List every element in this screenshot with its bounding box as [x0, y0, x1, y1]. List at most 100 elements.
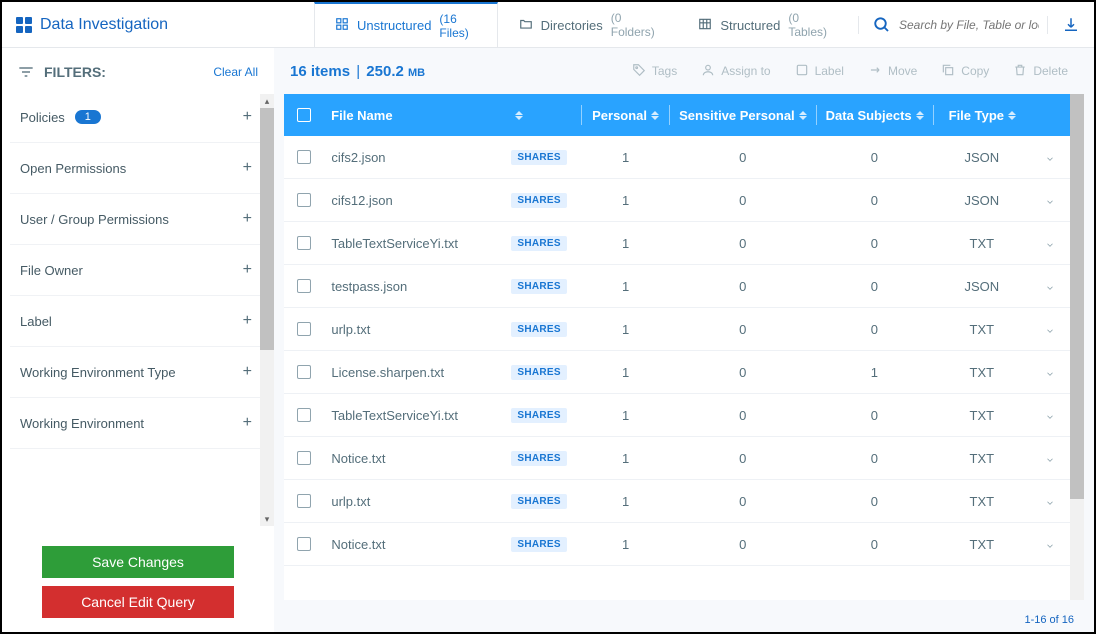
table-scrollbar-thumb[interactable]	[1070, 94, 1084, 499]
chevron-down-icon[interactable]	[1045, 324, 1055, 334]
table-scrollbar[interactable]	[1070, 94, 1084, 600]
column-subjects[interactable]: Data Subjects	[816, 108, 932, 123]
column-subjects-label: Data Subjects	[826, 108, 912, 123]
sidebar-scrollbar-thumb[interactable]	[260, 108, 274, 350]
select-all-checkbox[interactable]	[297, 108, 311, 122]
sort-icon[interactable]	[1008, 108, 1016, 122]
save-changes-button[interactable]: Save Changes	[42, 546, 234, 578]
row-checkbox[interactable]	[297, 365, 311, 379]
filter-item-working-environment-type[interactable]: Working Environment Type+	[10, 347, 262, 398]
shares-badge: SHARES	[511, 322, 566, 337]
row-checkbox[interactable]	[297, 451, 311, 465]
sort-icon[interactable]	[916, 108, 924, 122]
sort-icon[interactable]	[799, 108, 807, 122]
sidebar-scrollbar[interactable]: ▴ ▾	[260, 108, 274, 512]
plus-icon[interactable]: +	[243, 108, 252, 126]
filters-heading: FILTERS: Clear All	[2, 48, 274, 92]
plus-icon[interactable]: +	[243, 312, 252, 330]
download-icon[interactable]	[1062, 16, 1080, 34]
table-row[interactable]: TableTextServiceYi.txtSHARES100TXT	[284, 222, 1084, 265]
subjects-count: 0	[871, 494, 878, 509]
delete-button[interactable]: Delete	[1003, 57, 1078, 86]
sensitive-count: 0	[739, 494, 746, 509]
scroll-down-icon[interactable]: ▾	[260, 512, 274, 526]
copy-icon	[941, 63, 955, 80]
row-checkbox[interactable]	[297, 279, 311, 293]
filter-badge: 1	[75, 110, 101, 124]
shares-badge: SHARES	[511, 537, 566, 552]
column-personal[interactable]: Personal	[582, 108, 669, 123]
row-checkbox[interactable]	[297, 150, 311, 164]
chevron-down-icon[interactable]	[1045, 539, 1055, 549]
file-name: cifs12.json	[331, 193, 392, 208]
chevron-down-icon[interactable]	[1045, 152, 1055, 162]
cancel-edit-query-button[interactable]: Cancel Edit Query	[42, 586, 234, 618]
personal-count: 1	[622, 365, 629, 380]
clear-all-link[interactable]: Clear All	[213, 65, 258, 79]
row-checkbox[interactable]	[297, 236, 311, 250]
table-row[interactable]: TableTextServiceYi.txtSHARES100TXT	[284, 394, 1084, 437]
chevron-down-icon[interactable]	[1045, 281, 1055, 291]
assign-button[interactable]: Assign to	[691, 57, 780, 86]
copy-button[interactable]: Copy	[931, 57, 999, 86]
row-checkbox[interactable]	[297, 193, 311, 207]
file-type: TXT	[970, 494, 995, 509]
filter-label: Policies	[20, 110, 65, 125]
table-header-row: File Name Personal Sensitive Personal Da…	[284, 94, 1084, 136]
plus-icon[interactable]: +	[243, 159, 252, 177]
column-sensitive[interactable]: Sensitive Personal	[670, 108, 815, 123]
row-checkbox[interactable]	[297, 408, 311, 422]
column-personal-label: Personal	[592, 108, 647, 123]
chevron-down-icon[interactable]	[1045, 195, 1055, 205]
table-row[interactable]: cifs2.jsonSHARES100JSON	[284, 136, 1084, 179]
table-row[interactable]: Notice.txtSHARES100TXT	[284, 523, 1084, 566]
filter-item-label[interactable]: Label+	[10, 296, 262, 347]
plus-icon[interactable]: +	[243, 210, 252, 228]
scroll-up-icon[interactable]: ▴	[260, 94, 274, 108]
tab-unstructured[interactable]: Unstructured (16 Files)	[314, 2, 498, 47]
shares-badge: SHARES	[511, 365, 566, 380]
tab-structured[interactable]: Structured (0 Tables)	[677, 2, 850, 47]
tab-directories[interactable]: Directories (0 Folders)	[498, 2, 678, 47]
filter-item-file-owner[interactable]: File Owner+	[10, 245, 262, 296]
column-file-name[interactable]: File Name	[323, 108, 503, 123]
search-wrap	[858, 16, 1039, 34]
file-name: License.sharpen.txt	[331, 365, 444, 380]
table-row[interactable]: urlp.txtSHARES100TXT	[284, 480, 1084, 523]
sensitive-count: 0	[739, 365, 746, 380]
filter-label: Open Permissions	[20, 161, 126, 176]
row-checkbox[interactable]	[297, 322, 311, 336]
move-button[interactable]: Move	[858, 57, 927, 86]
sort-icon[interactable]	[515, 108, 523, 122]
table-row[interactable]: Notice.txtSHARES100TXT	[284, 437, 1084, 480]
subjects-count: 0	[871, 451, 878, 466]
row-checkbox[interactable]	[297, 537, 311, 551]
chevron-down-icon[interactable]	[1045, 367, 1055, 377]
chevron-down-icon[interactable]	[1045, 410, 1055, 420]
file-name: urlp.txt	[331, 494, 370, 509]
search-input[interactable]	[899, 18, 1039, 32]
file-type: TXT	[970, 408, 995, 423]
sort-icon[interactable]	[651, 108, 659, 122]
filter-item-working-environment[interactable]: Working Environment+	[10, 398, 262, 449]
table-row[interactable]: cifs12.jsonSHARES100JSON	[284, 179, 1084, 222]
tags-icon	[632, 63, 646, 80]
filter-item-policies[interactable]: Policies 1 +	[10, 92, 262, 143]
chevron-down-icon[interactable]	[1045, 496, 1055, 506]
table-row[interactable]: License.sharpen.txtSHARES101TXT	[284, 351, 1084, 394]
table-row[interactable]: testpass.jsonSHARES100JSON	[284, 265, 1084, 308]
chevron-down-icon[interactable]	[1045, 453, 1055, 463]
table-row[interactable]: urlp.txtSHARES100TXT	[284, 308, 1084, 351]
column-file-type[interactable]: File Type	[934, 108, 1031, 123]
filter-item-open-permissions[interactable]: Open Permissions +	[10, 143, 262, 194]
file-type: TXT	[970, 322, 995, 337]
plus-icon[interactable]: +	[243, 414, 252, 432]
plus-icon[interactable]: +	[243, 363, 252, 381]
filter-item-user-group-permissions[interactable]: User / Group Permissions+	[10, 194, 262, 245]
tags-button[interactable]: Tags	[622, 57, 687, 86]
label-button[interactable]: Label	[785, 57, 854, 86]
file-name: TableTextServiceYi.txt	[331, 236, 458, 251]
chevron-down-icon[interactable]	[1045, 238, 1055, 248]
plus-icon[interactable]: +	[243, 261, 252, 279]
row-checkbox[interactable]	[297, 494, 311, 508]
